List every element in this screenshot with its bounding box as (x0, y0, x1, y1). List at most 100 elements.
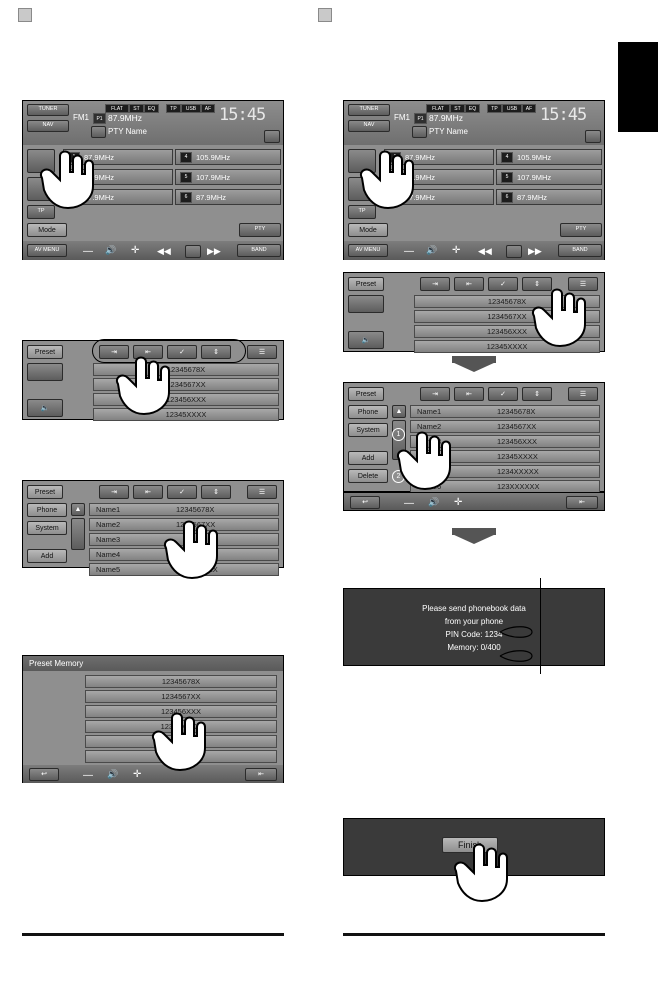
preset-tab-left[interactable]: Preset (27, 345, 63, 359)
phone-button[interactable]: Phone (348, 405, 388, 419)
volume-minus-icon[interactable]: — (404, 247, 414, 257)
next-track-icon[interactable]: ▶▶ (528, 247, 542, 256)
move-left-button[interactable]: ⇤ (454, 277, 484, 291)
preset-tab-phonebook-left[interactable]: Preset (27, 485, 63, 499)
check-button[interactable]: ✓ (488, 277, 518, 291)
settings-list-button[interactable]: ☰ (568, 387, 598, 401)
settings-list-button[interactable]: ☰ (247, 345, 277, 359)
center-key-icon[interactable] (185, 245, 201, 258)
avmenu-button[interactable]: AV MENU (27, 244, 67, 257)
preset-list-row[interactable]: 12345XXXX (414, 340, 600, 353)
prev-track-icon[interactable]: ◀◀ (478, 247, 492, 256)
volume-plus-icon[interactable]: ✛ (131, 246, 139, 256)
preset-1[interactable]: 1 87.9MHz (384, 149, 494, 165)
keypad-side-button[interactable] (27, 363, 63, 381)
nav-button[interactable]: NAV (348, 120, 390, 132)
keypad-button[interactable] (348, 177, 376, 201)
preset-5[interactable]: 5 107.9MHz (175, 169, 281, 185)
phonebook-row[interactable]: Name1 12345678X (410, 405, 600, 418)
menu-return-button[interactable]: ⇤ (245, 768, 277, 781)
phonebook-row[interactable]: Name3 (89, 533, 279, 546)
system-button[interactable]: System (27, 521, 67, 535)
sort-button[interactable]: ⇕ (522, 387, 552, 401)
keypad-button[interactable] (27, 177, 55, 201)
preset-3[interactable]: 3 97.9MHz (63, 189, 173, 205)
pty-search-button[interactable]: PTY (560, 223, 602, 237)
preset-5[interactable]: 5 107.9MHz (496, 169, 602, 185)
attenuate-icon[interactable] (264, 130, 280, 143)
finish-button[interactable]: Finish (442, 837, 498, 853)
preset-tab-right[interactable]: Preset (348, 277, 384, 291)
speaker-side-button[interactable]: 🔈 (27, 399, 63, 417)
preset-list-row[interactable]: 1234567XX (93, 378, 279, 391)
preset-3[interactable]: 3 97.9MHz (384, 189, 494, 205)
preset-4[interactable]: 4 105.9MHz (496, 149, 602, 165)
scroll-up-button[interactable]: ▲ (71, 503, 85, 516)
delete-button[interactable]: Delete (348, 469, 388, 483)
menu-return-button[interactable]: ⇤ (566, 496, 598, 509)
center-key-icon[interactable] (506, 245, 522, 258)
move-left-button[interactable]: ⇤ (454, 387, 484, 401)
source-tuner-button[interactable]: TUNER (348, 104, 390, 116)
volume-icon[interactable]: 🔊 (428, 498, 439, 507)
preset-6[interactable]: 6 87.9MHz (175, 189, 281, 205)
preset-list-row[interactable]: 1234567XX (414, 310, 600, 323)
preset-memory-row[interactable]: 123XXXXXX (85, 750, 277, 763)
volume-plus-icon[interactable]: ✛ (452, 246, 460, 256)
pty-search-button[interactable]: PTY (239, 223, 281, 237)
preset-1[interactable]: 1 87.9MHz (63, 149, 173, 165)
preset-4[interactable]: 4 105.9MHz (175, 149, 281, 165)
back-button[interactable]: ↩ (29, 768, 59, 781)
tp-button[interactable]: TP (348, 205, 376, 219)
mode-button[interactable]: Mode (348, 223, 388, 237)
phonebook-row[interactable]: Name5 1234XXXXX (89, 563, 279, 576)
move-right-button[interactable]: ⇥ (420, 277, 450, 291)
system-button[interactable]: System (348, 423, 388, 437)
next-track-icon[interactable]: ▶▶ (207, 247, 221, 256)
preset-list-row[interactable]: 12345XXXX (93, 408, 279, 421)
attenuate-icon[interactable] (585, 130, 601, 143)
phonebook-row[interactable]: Name2 1234567XX (410, 420, 600, 433)
phonebook-row[interactable]: Name5 1234XXXXX (410, 465, 600, 478)
prev-track-icon[interactable]: ◀◀ (157, 247, 171, 256)
volume-plus-icon[interactable]: ✛ (454, 498, 462, 508)
add-button[interactable]: Add (348, 451, 388, 465)
list-view-button[interactable] (348, 149, 376, 173)
volume-minus-icon[interactable]: — (404, 499, 414, 509)
volume-plus-icon[interactable]: ✛ (133, 770, 141, 780)
preset-list-row[interactable]: 123456XXX (414, 325, 600, 338)
preset-memory-row[interactable]: 12345XXXX (85, 720, 277, 733)
move-right-button[interactable]: ⇥ (99, 485, 129, 499)
preset-memory-row[interactable]: 1234XXXXX (85, 735, 277, 748)
settings-list-button[interactable]: ☰ (568, 277, 598, 291)
sort-button[interactable]: ⇕ (522, 277, 552, 291)
scroll-up-button[interactable]: ▲ (392, 405, 406, 418)
move-left-button[interactable]: ⇤ (133, 485, 163, 499)
volume-icon[interactable]: 🔊 (426, 246, 437, 255)
avmenu-button[interactable]: AV MENU (348, 244, 388, 257)
sort-button[interactable]: ⇕ (201, 485, 231, 499)
preset-list-row[interactable]: 123456XXX (93, 393, 279, 406)
preset-list-row[interactable]: 12345678X (93, 363, 279, 376)
preset-memory-row[interactable]: 123456XXX (85, 705, 277, 718)
add-button[interactable]: Add (27, 549, 67, 563)
list-view-button[interactable] (27, 149, 55, 173)
preset-list-row[interactable]: 12345678X (414, 295, 600, 308)
move-right-button[interactable]: ⇥ (420, 387, 450, 401)
scrollbar-thumb[interactable] (71, 518, 85, 550)
nav-button[interactable]: NAV (27, 120, 69, 132)
preset-memory-row[interactable]: 1234567XX (85, 690, 277, 703)
preset-2[interactable]: 2 89.9MHz (63, 169, 173, 185)
phone-button[interactable]: Phone (27, 503, 67, 517)
volume-icon[interactable]: 🔊 (105, 246, 116, 255)
phonebook-row[interactable]: Name1 12345678X (89, 503, 279, 516)
preset-2[interactable]: 2 89.9MHz (384, 169, 494, 185)
settings-list-button[interactable]: ☰ (247, 485, 277, 499)
speaker-side-button[interactable]: 🔈 (348, 331, 384, 349)
volume-minus-icon[interactable]: — (83, 771, 93, 781)
back-button[interactable]: ↩ (350, 496, 380, 509)
preset-tab-phonebook-right[interactable]: Preset (348, 387, 384, 401)
phonebook-row[interactable]: Name4 12345XXXX (410, 450, 600, 463)
keypad-side-button[interactable] (348, 295, 384, 313)
volume-minus-icon[interactable]: — (83, 247, 93, 257)
